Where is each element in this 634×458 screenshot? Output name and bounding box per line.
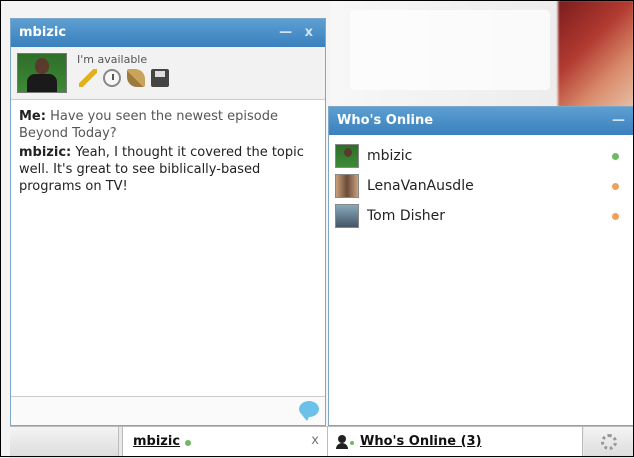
minimize-button[interactable]: — xyxy=(612,107,625,135)
user-name: LenaVanAusdle xyxy=(367,178,474,194)
chat-toolbar xyxy=(79,69,169,87)
status-indicator xyxy=(612,213,619,220)
user-list-item[interactable]: Tom Disher xyxy=(335,201,627,231)
background-card xyxy=(350,10,550,90)
user-icon xyxy=(336,435,348,449)
pencil-icon[interactable] xyxy=(79,69,97,87)
whos-online-tab-label[interactable]: Who's Online (3) xyxy=(360,434,482,449)
message-list: Me: Have you seen the newest episode Bey… xyxy=(11,100,325,205)
user-list-item[interactable]: mbizic xyxy=(335,141,627,171)
chat-bubble-icon[interactable] xyxy=(299,401,319,421)
whos-online-window: Who's Online — mbizic LenaVanAusdle Tom … xyxy=(328,106,634,426)
save-icon[interactable] xyxy=(151,69,169,87)
avatar xyxy=(335,144,359,168)
avatar xyxy=(17,53,67,93)
message-sender: Me: xyxy=(19,109,46,124)
taskbar-empty-tab xyxy=(10,427,119,457)
chat-tab[interactable]: mbizic x xyxy=(122,427,328,457)
whos-online-title: Who's Online xyxy=(337,113,434,128)
status-indicator xyxy=(612,183,619,190)
close-icon[interactable]: x xyxy=(311,433,319,448)
status-indicator xyxy=(350,441,354,445)
gear-icon[interactable] xyxy=(601,434,617,450)
avatar xyxy=(335,204,359,228)
user-list-item[interactable]: LenaVanAusdle xyxy=(335,171,627,201)
user-name: Tom Disher xyxy=(367,208,446,224)
chat-status-area: I'm available xyxy=(11,47,325,100)
avatar xyxy=(335,174,359,198)
message: mbizic: Yeah, I thought it covered the t… xyxy=(19,144,317,195)
message-input[interactable] xyxy=(11,396,325,425)
status-text[interactable]: I'm available xyxy=(77,53,147,66)
chat-taskbar: mbizic x Who's Online (3) xyxy=(10,426,634,458)
settings-tab[interactable] xyxy=(584,427,634,457)
message-sender: mbizic: xyxy=(19,145,72,160)
chat-titlebar[interactable]: mbizic — x xyxy=(11,19,325,47)
message-text: Have you seen the newest episode Beyond … xyxy=(19,109,278,141)
chat-title: mbizic xyxy=(19,25,67,40)
message: Me: Have you seen the newest episode Bey… xyxy=(19,108,317,142)
broom-icon[interactable] xyxy=(127,69,145,87)
user-name: mbizic xyxy=(367,148,413,164)
status-indicator xyxy=(612,153,619,160)
whos-online-titlebar[interactable]: Who's Online — xyxy=(329,107,633,135)
chat-window: mbizic — x I'm available Me: Have you se… xyxy=(10,18,326,426)
clock-icon[interactable] xyxy=(103,69,121,87)
user-list: mbizic LenaVanAusdle Tom Disher xyxy=(329,135,633,231)
background-photo xyxy=(558,0,634,108)
chat-tab-name[interactable]: mbizic xyxy=(133,434,180,449)
status-indicator xyxy=(185,440,191,446)
whos-online-tab[interactable]: Who's Online (3) xyxy=(328,427,583,457)
chat-window-controls[interactable]: — x xyxy=(279,19,317,47)
